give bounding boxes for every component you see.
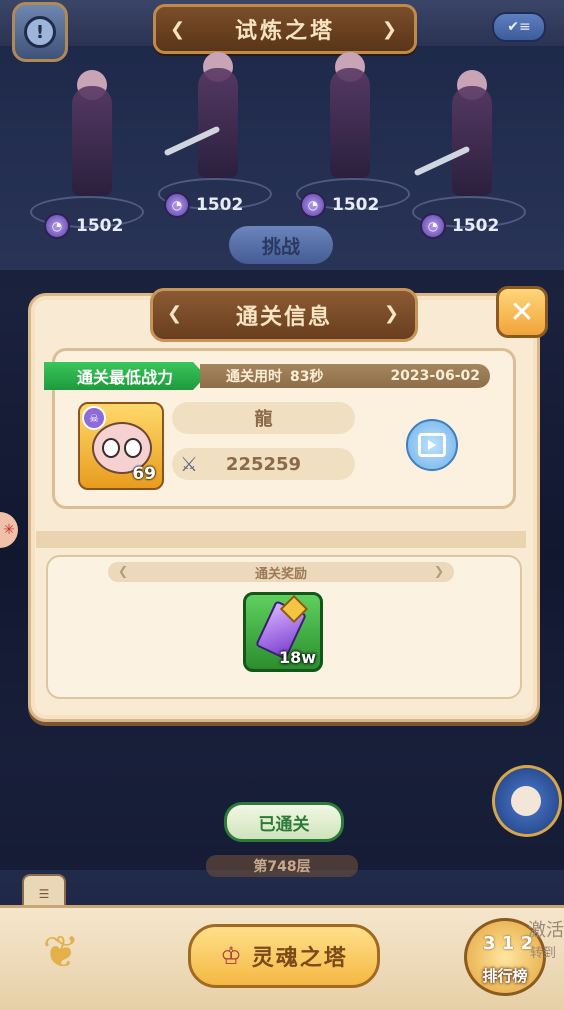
player-name: 龍 bbox=[172, 402, 355, 434]
activate-text: 激活 bbox=[528, 920, 564, 941]
reward-title: ❮ 通关奖励 ❯ bbox=[108, 562, 454, 582]
clear-time-value: 83秒 bbox=[290, 369, 324, 385]
floor-label: 第748层 bbox=[206, 855, 358, 877]
close-icon: ✕ bbox=[509, 294, 535, 330]
chevron-left-icon: ❮ bbox=[170, 19, 189, 40]
enemy-power: ◔ 1502 bbox=[420, 212, 512, 240]
skull-badge-icon: ☠ bbox=[82, 406, 106, 430]
info-button[interactable]: ! bbox=[12, 2, 68, 62]
enemy-power: ◔ 1502 bbox=[164, 191, 256, 219]
podium-icon: 3 1 2 bbox=[483, 933, 534, 954]
tower-icon: ♔ bbox=[220, 942, 244, 970]
power-orb-icon: ◔ bbox=[300, 192, 326, 218]
modal-title: ❮ 通关信息 ❯ bbox=[150, 288, 418, 342]
clear-time-label: 通关用时 bbox=[226, 369, 282, 385]
goto-text: 转到 bbox=[530, 946, 557, 961]
enemy-power: ◔ 1502 bbox=[300, 191, 392, 219]
info-icon: ! bbox=[24, 16, 56, 48]
replay-video-button[interactable] bbox=[406, 419, 458, 471]
lowest-power-tag: 通关最低战力 bbox=[44, 362, 206, 390]
power-orb-icon: ◔ bbox=[44, 213, 70, 239]
player-avatar[interactable]: ☠ 69 bbox=[78, 402, 164, 490]
page-title-text: 试炼之塔 bbox=[234, 19, 335, 44]
floating-helper-avatar[interactable] bbox=[492, 765, 562, 837]
power-orb-icon: ◔ bbox=[420, 213, 446, 239]
replay-video-icon bbox=[418, 433, 446, 457]
reward-qty: 18w bbox=[278, 648, 316, 667]
checklist-button[interactable]: ✔≡ bbox=[492, 12, 546, 42]
divider-silhouette bbox=[36, 520, 526, 548]
enemy-hero[interactable] bbox=[432, 70, 512, 206]
player-level: 69 bbox=[132, 464, 156, 484]
chevron-left-icon: ❮ bbox=[118, 564, 129, 578]
chevron-right-icon: ❯ bbox=[381, 19, 400, 40]
crossed-swords-icon: ⚔ bbox=[180, 452, 198, 476]
enemy-hero[interactable] bbox=[52, 70, 132, 206]
leaderboard-label: 排行榜 bbox=[482, 967, 528, 985]
reward-item-crystal[interactable]: 18w bbox=[243, 592, 323, 672]
enemy-power: ◔ 1502 bbox=[44, 212, 136, 240]
clear-date: 2023-06-02 bbox=[390, 368, 480, 384]
close-button[interactable]: ✕ bbox=[496, 286, 548, 338]
fish-bone-icon[interactable]: ❦ bbox=[22, 926, 100, 978]
page-title: ❮ 试炼之塔 ❯ bbox=[153, 4, 417, 54]
enemy-hero[interactable] bbox=[310, 52, 390, 188]
chevron-right-icon: ❯ bbox=[433, 564, 444, 578]
enemy-hero[interactable] bbox=[178, 52, 258, 188]
power-orb-icon: ◔ bbox=[164, 192, 190, 218]
soul-tower-button[interactable]: ♔ 灵魂之塔 bbox=[188, 924, 380, 988]
chevron-left-icon: ❮ bbox=[167, 303, 185, 324]
checklist-icon: ✔≡ bbox=[507, 19, 531, 35]
challenge-button[interactable]: 挑战 bbox=[229, 226, 333, 264]
chevron-right-icon: ❯ bbox=[383, 303, 401, 324]
passed-badge: 已通关 bbox=[224, 802, 344, 842]
player-power: ⚔ 225259 bbox=[172, 448, 355, 480]
clear-info-strip: 通关用时 83秒 2023-06-02 bbox=[200, 364, 490, 388]
